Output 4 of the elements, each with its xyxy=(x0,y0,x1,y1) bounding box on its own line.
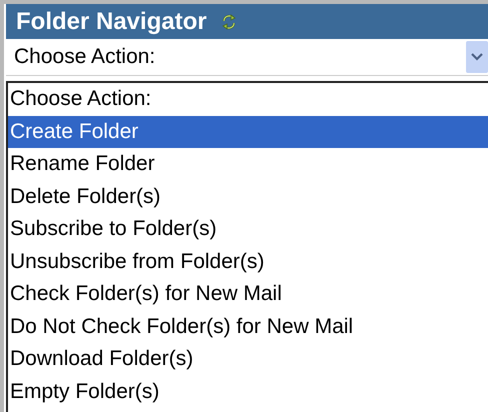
dropdown-option[interactable]: Create Folder xyxy=(8,116,488,148)
refresh-icon[interactable] xyxy=(220,12,237,30)
panel-title: Folder Navigator xyxy=(16,8,207,36)
action-select[interactable]: Choose Action: xyxy=(6,39,488,76)
